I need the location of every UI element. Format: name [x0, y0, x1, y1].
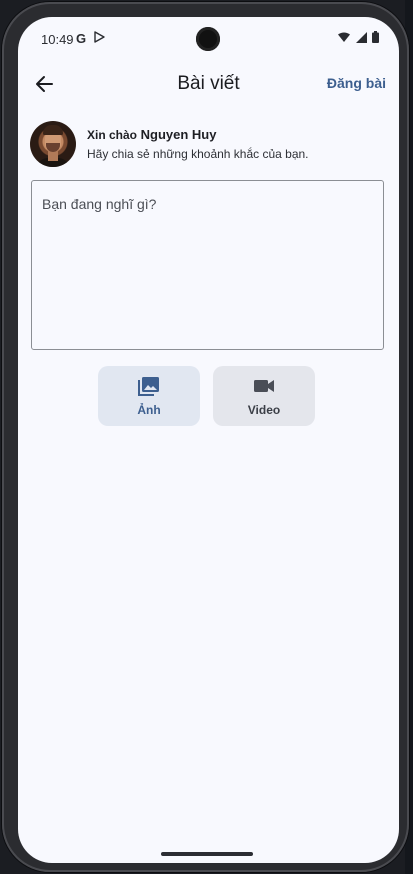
play-store-icon — [94, 31, 105, 46]
add-photo-label: Ảnh — [137, 403, 161, 417]
phone-frame: 10:49 G Bài viết Đăng bài Xin chào Nguye… — [2, 2, 409, 872]
status-icons — [338, 31, 379, 46]
greeting-line: Xin chào Nguyen Huy — [87, 127, 216, 142]
home-indicator[interactable] — [161, 852, 253, 856]
avatar — [30, 121, 76, 167]
user-name: Nguyen Huy — [140, 127, 217, 142]
user-greeting: Xin chào Nguyen Huy Hãy chia sẻ những kh… — [30, 121, 390, 169]
greeting-subtitle: Hãy chia sẻ những khoảnh khắc của bạn. — [87, 147, 309, 161]
add-video-label: Video — [247, 403, 281, 417]
add-photo-button[interactable]: Ảnh — [98, 366, 200, 426]
battery-icon — [372, 31, 379, 43]
app-screen: 10:49 G Bài viết Đăng bài Xin chào Nguye… — [18, 17, 399, 863]
signal-icon — [355, 32, 367, 43]
greeting-text: Xin chào — [87, 128, 138, 142]
google-icon: G — [76, 31, 87, 46]
post-content-input[interactable]: Bạn đang nghĩ gì? — [31, 180, 384, 350]
post-content-placeholder: Bạn đang nghĩ gì? — [42, 196, 157, 212]
wifi-icon — [338, 32, 351, 42]
front-camera — [196, 27, 220, 51]
photo-library-icon — [138, 377, 159, 396]
status-time: 10:49 — [41, 32, 74, 47]
app-bar: Bài viết Đăng bài — [18, 63, 399, 107]
videocam-icon — [254, 380, 274, 392]
status-bar: 10:49 G — [18, 17, 399, 61]
add-video-button[interactable]: Video — [213, 366, 315, 426]
post-button[interactable]: Đăng bài — [327, 75, 386, 91]
